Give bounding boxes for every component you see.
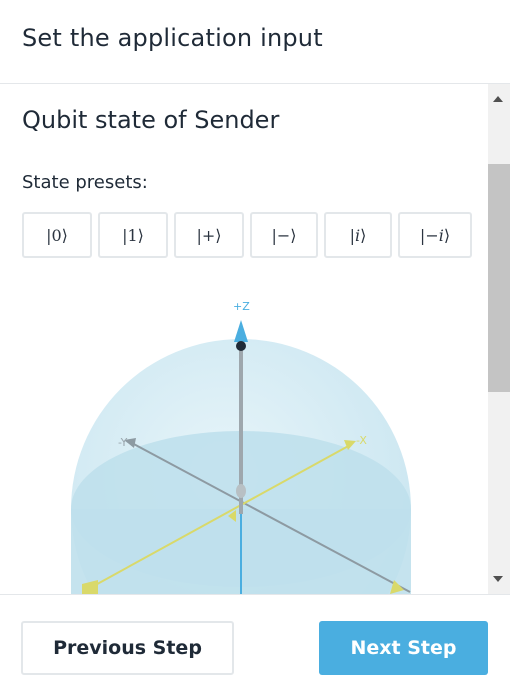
- header: Set the application input: [0, 0, 510, 84]
- preset-button-minus[interactable]: |−⟩: [250, 212, 318, 258]
- scroll-down-icon[interactable]: [493, 576, 503, 582]
- preset-button-0[interactable]: |0⟩: [22, 212, 92, 258]
- preset-button-1[interactable]: |1⟩: [98, 212, 168, 258]
- section-title: Qubit state of Sender: [22, 106, 280, 134]
- page-title: Set the application input: [22, 24, 323, 52]
- previous-step-button[interactable]: Previous Step: [21, 621, 234, 675]
- x-axis-label: -X: [356, 434, 367, 447]
- preset-button-plus[interactable]: |+⟩: [174, 212, 244, 258]
- presets-label: State presets:: [22, 172, 148, 193]
- y-axis-label: -Y: [118, 436, 128, 449]
- bloch-sphere[interactable]: -Y -X +Z: [0, 284, 488, 594]
- origin-marker: [236, 484, 246, 498]
- preset-button-minus-i[interactable]: |−𝑖⟩: [398, 212, 472, 258]
- state-vector-arrow: [234, 320, 248, 342]
- scrollbar[interactable]: [488, 84, 510, 594]
- scroll-up-icon[interactable]: [493, 96, 503, 102]
- qubit-state-panel: Qubit state of Sender State presets: |0⟩…: [0, 84, 488, 594]
- z-axis-label: +Z: [233, 300, 250, 313]
- footer: Previous Step Next Step: [0, 594, 510, 693]
- scroll-thumb[interactable]: [488, 164, 510, 392]
- state-vector-tip: [236, 341, 246, 351]
- state-presets: |0⟩ |1⟩ |+⟩ |−⟩ |𝑖⟩ |−𝑖⟩: [22, 212, 472, 258]
- next-step-button[interactable]: Next Step: [319, 621, 488, 675]
- preset-button-i[interactable]: |𝑖⟩: [324, 212, 392, 258]
